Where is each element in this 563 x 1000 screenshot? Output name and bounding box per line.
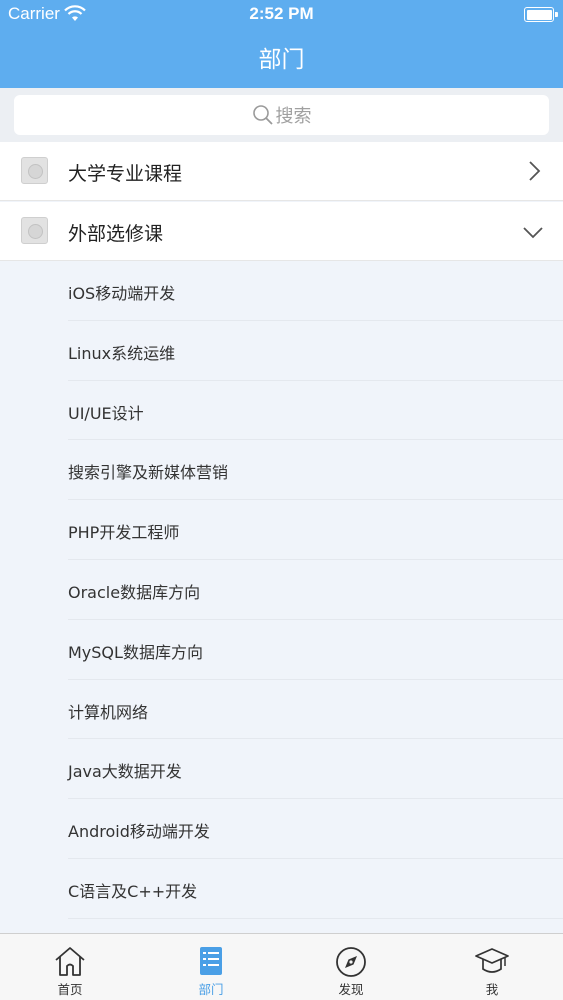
category-row-university[interactable]: 大学专业课程: [0, 142, 563, 201]
tab-label: 首页: [57, 982, 83, 997]
category-thumbnail-icon: [21, 217, 48, 244]
list-item[interactable]: MySQL数据库方向: [68, 620, 563, 680]
tab-label: 发现: [338, 982, 364, 997]
chevron-right-icon: [529, 161, 541, 181]
battery-icon: [524, 7, 558, 22]
list-item[interactable]: 搜索引擎及新媒体营销: [68, 440, 563, 501]
tab-me[interactable]: 我: [452, 934, 532, 1000]
category-label: 外部选修课: [68, 223, 164, 245]
status-bar: Carrier 2:52 PM: [0, 0, 563, 30]
list-item[interactable]: Java大数据开发: [68, 739, 563, 800]
list-item[interactable]: Oracle数据库方向: [68, 560, 563, 620]
category-label: 大学专业课程: [68, 163, 183, 185]
page-title: 部门: [258, 47, 305, 73]
list-item[interactable]: C语言及C++开发: [68, 859, 563, 919]
tab-label: 我: [485, 982, 499, 997]
tab-department[interactable]: 部门: [171, 934, 251, 1000]
list-item[interactable]: iOS移动端开发: [68, 261, 563, 321]
search-bar: 搜索: [0, 88, 563, 142]
chevron-down-icon: [523, 227, 543, 239]
nav-header: Carrier 2:52 PM 部门: [0, 0, 563, 88]
search-placeholder: 搜索: [275, 106, 312, 127]
list-item[interactable]: Android移动端开发: [68, 799, 563, 859]
compass-icon: [336, 947, 366, 977]
category-row-electives[interactable]: 外部选修课: [0, 202, 563, 261]
list-item[interactable]: 计算机网络: [68, 680, 563, 740]
category-thumbnail-icon: [21, 157, 48, 184]
status-time: 2:52 PM: [249, 4, 314, 23]
tab-home[interactable]: 首页: [30, 934, 110, 1000]
list-item[interactable]: Linux系统运维: [68, 321, 563, 381]
list-item[interactable]: PHP开发工程师: [68, 500, 563, 560]
search-input[interactable]: 搜索: [14, 95, 549, 135]
tab-discover[interactable]: 发现: [311, 934, 391, 1000]
list-item[interactable]: UI/UE设计: [68, 381, 563, 441]
home-icon: [55, 947, 85, 976]
tab-bar: 首页 部门 发现 我: [0, 933, 563, 1000]
search-icon: [252, 105, 273, 125]
tab-label: 部门: [198, 982, 224, 997]
elective-course-list: iOS移动端开发 Linux系统运维 UI/UE设计 搜索引擎及新媒体营销 PH…: [0, 261, 563, 919]
graduation-cap-icon: [475, 948, 509, 973]
list-icon: [200, 947, 222, 975]
